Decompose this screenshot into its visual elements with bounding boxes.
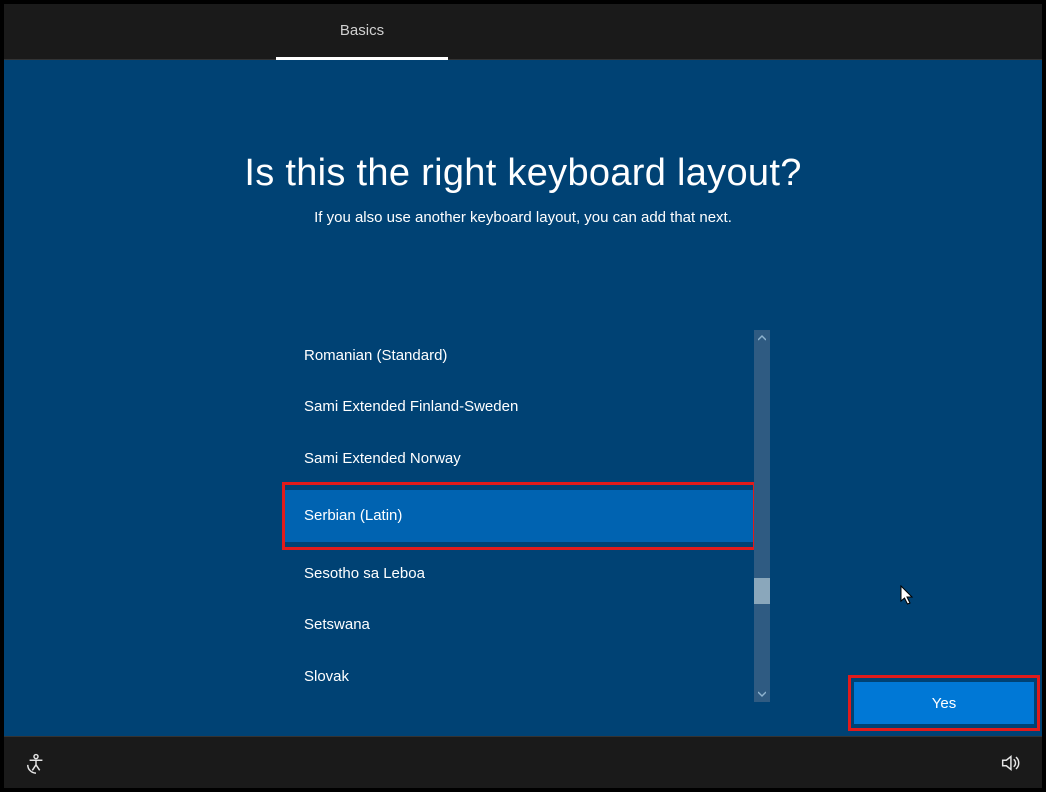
list-item[interactable]: Setswana <box>284 599 754 650</box>
keyboard-layout-list-container: Romanian (Standard) Sami Extended Finlan… <box>284 330 770 702</box>
list-item[interactable]: Sesotho sa Leboa <box>284 548 754 599</box>
scrollbar[interactable] <box>754 330 770 702</box>
list-item[interactable]: Slovak <box>284 651 754 702</box>
list-item-label: Serbian (Latin) <box>304 507 402 524</box>
ease-of-access-icon[interactable] <box>22 749 50 777</box>
list-item-selected[interactable]: Serbian (Latin) <box>284 490 754 542</box>
tab-label: Basics <box>340 22 384 39</box>
tab-basics[interactable]: Basics <box>276 4 448 60</box>
list-item-label: Sesotho sa Leboa <box>304 565 425 582</box>
page-subtitle: If you also use another keyboard layout,… <box>314 209 732 226</box>
yes-button[interactable]: Yes <box>854 682 1034 724</box>
list-item[interactable]: Sami Extended Norway <box>284 433 754 484</box>
oobe-screen: Basics Is this the right keyboard layout… <box>4 4 1042 788</box>
page-title: Is this the right keyboard layout? <box>244 152 801 195</box>
selected-row-highlight: Serbian (Latin) <box>284 484 754 548</box>
list-item[interactable]: Sami Extended Finland-Sweden <box>284 381 754 432</box>
yes-button-label: Yes <box>932 695 956 712</box>
list-item-label: Sami Extended Norway <box>304 450 461 467</box>
scroll-down-arrow-icon[interactable] <box>754 686 770 702</box>
mouse-cursor-icon <box>900 585 918 607</box>
keyboard-layout-list[interactable]: Romanian (Standard) Sami Extended Finlan… <box>284 330 754 702</box>
list-item[interactable]: Romanian (Standard) <box>284 330 754 381</box>
scroll-up-arrow-icon[interactable] <box>754 330 770 346</box>
top-bar: Basics <box>4 4 1042 60</box>
scroll-thumb[interactable] <box>754 578 770 604</box>
list-item-label: Romanian (Standard) <box>304 347 447 364</box>
list-item-label: Slovak <box>304 668 349 685</box>
list-item-label: Sami Extended Finland-Sweden <box>304 398 518 415</box>
topbar-spacer <box>4 4 276 59</box>
volume-icon[interactable] <box>996 749 1024 777</box>
main-panel: Is this the right keyboard layout? If yo… <box>4 60 1042 736</box>
bottom-bar <box>4 736 1042 788</box>
list-item-label: Setswana <box>304 616 370 633</box>
